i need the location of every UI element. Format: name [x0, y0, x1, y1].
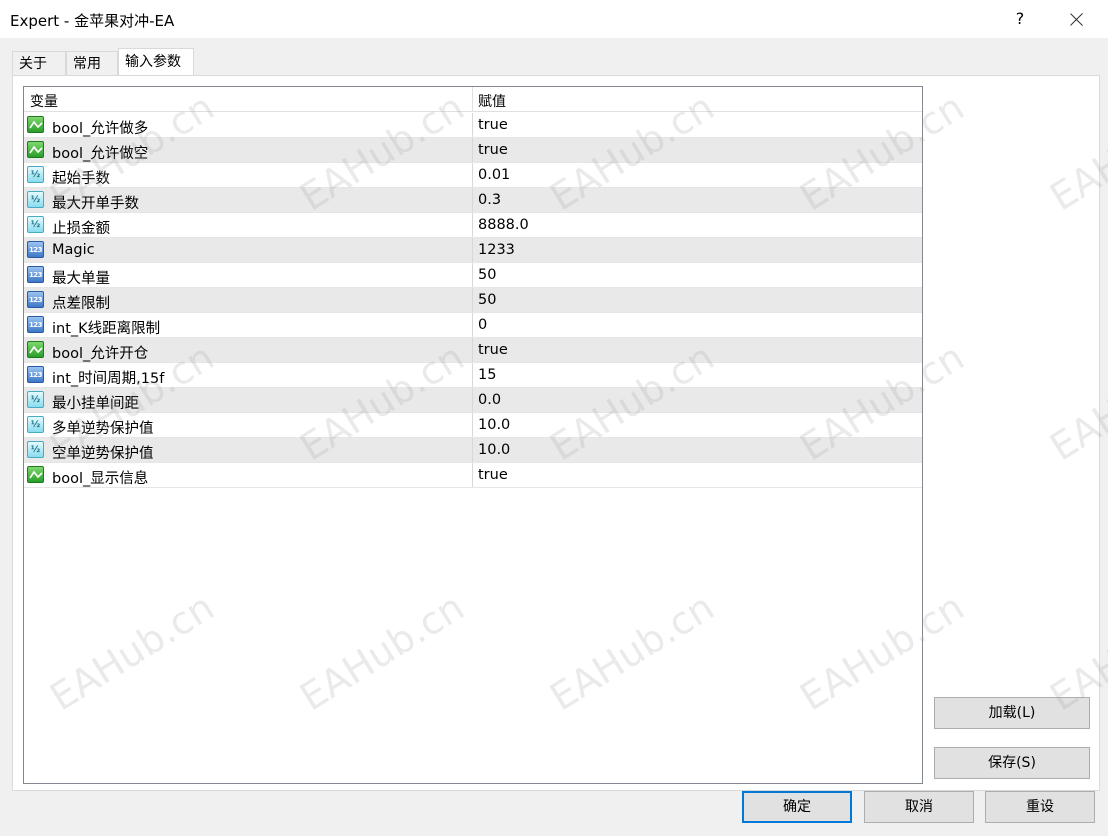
parameter-row[interactable]: bool_允许开仓 true	[24, 338, 922, 363]
tab-about[interactable]: 关于	[12, 51, 66, 75]
grid-header: 变量 赋值	[24, 87, 922, 112]
column-divider	[472, 138, 473, 162]
load-button[interactable]: 加载(L)	[934, 697, 1090, 729]
parameter-row[interactable]: ½ 起始手数 0.01	[24, 163, 922, 188]
parameter-name: 空单逆势保护值	[52, 446, 154, 462]
parameter-value[interactable]: 0	[478, 317, 487, 333]
double-type-icon: ½	[27, 216, 44, 233]
parameter-value[interactable]: 0.3	[478, 192, 501, 208]
parameter-value[interactable]: 8888.0	[478, 217, 529, 233]
parameter-value[interactable]: true	[478, 342, 508, 358]
parameter-name: bool_允许开仓	[52, 346, 149, 362]
column-divider	[472, 188, 473, 212]
parameter-value[interactable]: 0.01	[478, 167, 510, 183]
parameter-name: 多单逆势保护值	[52, 421, 154, 437]
double-type-icon: ½	[27, 391, 44, 408]
bool-type-icon	[27, 141, 44, 158]
parameter-row[interactable]: 123 Magic 1233	[24, 238, 922, 263]
double-type-icon: ½	[27, 191, 44, 208]
parameter-row[interactable]: 123 点差限制 50	[24, 288, 922, 313]
title-bar: Expert - 金苹果对冲-EA ?	[0, 0, 1108, 38]
column-divider	[472, 363, 473, 387]
int-type-icon: 123	[27, 266, 44, 283]
parameter-name: 最大开单手数	[52, 196, 139, 212]
column-divider	[472, 288, 473, 312]
parameter-row[interactable]: ½ 最小挂单间距 0.0	[24, 388, 922, 413]
parameter-name: int_K线距离限制	[52, 321, 161, 337]
column-divider	[472, 388, 473, 412]
close-icon[interactable]	[1060, 4, 1094, 34]
parameter-value[interactable]: 1233	[478, 242, 515, 258]
double-type-icon: ½	[27, 441, 44, 458]
column-divider	[472, 238, 473, 262]
column-divider	[472, 413, 473, 437]
parameter-row[interactable]: 123 int_时间周期,15f 15	[24, 363, 922, 388]
bool-type-icon	[27, 341, 44, 358]
parameter-value[interactable]: 50	[478, 292, 496, 308]
header-value[interactable]: 赋值	[478, 91, 506, 111]
parameter-value[interactable]: true	[478, 467, 508, 483]
parameter-name: 最小挂单间距	[52, 396, 139, 412]
int-type-icon: 123	[27, 316, 44, 333]
column-divider	[472, 263, 473, 287]
parameter-name: int_时间周期,15f	[52, 371, 165, 387]
int-type-icon: 123	[27, 291, 44, 308]
parameter-value[interactable]: true	[478, 117, 508, 133]
help-button[interactable]: ?	[1006, 6, 1034, 32]
cancel-button[interactable]: 取消	[864, 791, 974, 823]
header-variable[interactable]: 变量	[30, 91, 58, 111]
parameter-row[interactable]: ½ 止损金额 8888.0	[24, 213, 922, 238]
parameter-row[interactable]: ½ 最大开单手数 0.3	[24, 188, 922, 213]
parameter-name: Magic	[52, 242, 95, 258]
parameter-value[interactable]: 0.0	[478, 392, 501, 408]
parameter-name: 点差限制	[52, 296, 110, 312]
parameter-row[interactable]: 123 最大单量 50	[24, 263, 922, 288]
double-type-icon: ½	[27, 166, 44, 183]
parameter-row[interactable]: bool_显示信息 true	[24, 463, 922, 488]
parameter-name: bool_允许做空	[52, 146, 149, 162]
parameter-name: 起始手数	[52, 171, 110, 187]
parameter-name: 最大单量	[52, 271, 110, 287]
parameter-row[interactable]: bool_允许做多 true	[24, 113, 922, 138]
tab-common[interactable]: 常用	[66, 51, 118, 75]
header-divider[interactable]	[472, 87, 473, 112]
tab-inputs[interactable]: 输入参数	[118, 48, 194, 76]
parameter-value[interactable]: 10.0	[478, 417, 510, 433]
parameter-name: bool_允许做多	[52, 121, 149, 137]
parameters-grid: 变量 赋值 bool_允许做多 true bool_允许做空 true ½ 起始手数 0.0…	[23, 86, 923, 784]
parameter-value[interactable]: 15	[478, 367, 496, 383]
parameter-value[interactable]: 10.0	[478, 442, 510, 458]
int-type-icon: 123	[27, 366, 44, 383]
column-divider	[472, 113, 473, 137]
parameter-row[interactable]: 123 int_K线距离限制 0	[24, 313, 922, 338]
column-divider	[472, 463, 473, 487]
parameter-name: 止损金额	[52, 221, 110, 237]
column-divider	[472, 213, 473, 237]
parameter-value[interactable]: 50	[478, 267, 496, 283]
ok-button[interactable]: 确定	[742, 791, 852, 823]
reset-button[interactable]: 重设	[985, 791, 1095, 823]
parameter-row[interactable]: bool_允许做空 true	[24, 138, 922, 163]
bool-type-icon	[27, 466, 44, 483]
parameter-value[interactable]: true	[478, 142, 508, 158]
bool-type-icon	[27, 116, 44, 133]
double-type-icon: ½	[27, 416, 44, 433]
parameter-rows: bool_允许做多 true bool_允许做空 true ½ 起始手数 0.01 ½ 最大开单…	[24, 113, 922, 488]
column-divider	[472, 338, 473, 362]
column-divider	[472, 438, 473, 462]
column-divider	[472, 313, 473, 337]
inputs-panel: 变量 赋值 bool_允许做多 true bool_允许做空 true ½ 起始手数 0.0…	[12, 75, 1100, 791]
window-title: Expert - 金苹果对冲-EA	[10, 12, 175, 30]
column-divider	[472, 163, 473, 187]
save-button[interactable]: 保存(S)	[934, 747, 1090, 779]
parameter-row[interactable]: ½ 空单逆势保护值 10.0	[24, 438, 922, 463]
int-type-icon: 123	[27, 241, 44, 258]
parameter-row[interactable]: ½ 多单逆势保护值 10.0	[24, 413, 922, 438]
parameter-name: bool_显示信息	[52, 471, 149, 487]
